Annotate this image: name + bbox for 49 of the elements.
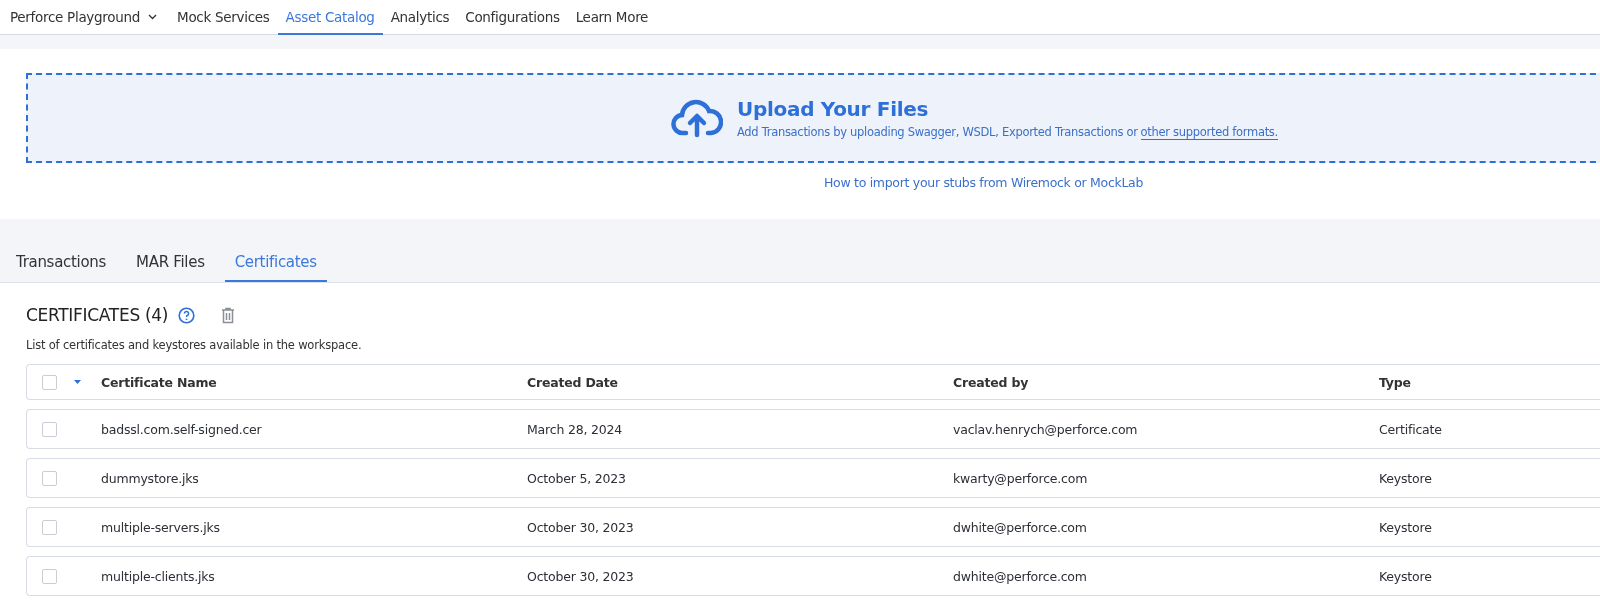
column-header[interactable]: Created Date — [527, 374, 953, 390]
tab[interactable]: Transactions — [6, 244, 117, 282]
table-cell-text: March 28, 2024 — [527, 421, 623, 437]
supported-formats-link[interactable]: other supported formats. — [1140, 125, 1278, 140]
table-row[interactable]: multiple-clients.jks October 30, 2023 dwhite@perforce.com Keystore — [26, 556, 1600, 596]
table-row[interactable]: dummystore.jks October 5, 2023 kwarty@perforce.com Keystore — [26, 458, 1600, 498]
table-cell-text: October 5, 2023 — [527, 470, 627, 486]
import-stubs-link[interactable]: How to import your stubs from Wiremock or MockLab — [824, 175, 1144, 190]
help-icon[interactable] — [178, 306, 196, 324]
table-cell-text: kwarty@perforce.com — [953, 470, 1089, 486]
table-row[interactable]: badssl.com.self-signed.cer March 28, 2024 vaclav.henrych@perforce.com Certificate — [26, 409, 1600, 449]
trash-icon[interactable] — [221, 306, 236, 324]
table-cell-text: multiple-clients.jks — [101, 568, 216, 584]
tab[interactable]: MAR Files — [126, 244, 215, 282]
section-description: List of certificates and keystores available in the workspace. — [26, 338, 363, 352]
section-title: CERTIFICATES (4) — [26, 305, 169, 325]
upload-title: Upload Your Files — [737, 97, 930, 121]
nav-tab[interactable]: Asset Catalog — [277, 0, 383, 35]
table-cell-text: badssl.com.self-signed.cer — [101, 421, 263, 437]
drop-zone[interactable]: Upload Your Files Add Transactions by uploading Swagger, WSDL, Exported Transactions or other supported formats. — [26, 73, 1600, 163]
workspace-dropdown[interactable]: Perforce Playground — [2, 0, 170, 35]
cloud-upload-icon — [671, 98, 723, 138]
sort-caret-icon[interactable] — [74, 380, 81, 384]
table-cell-text: October 30, 2023 — [527, 568, 635, 584]
nav-tab[interactable]: Configurations — [457, 0, 568, 35]
column-header[interactable]: Certificate Name — [101, 374, 527, 390]
table-cell: Keystore — [1379, 470, 1432, 486]
chevron-down-icon — [148, 13, 158, 20]
row-checkbox[interactable] — [42, 568, 57, 584]
row-checkbox[interactable] — [42, 421, 57, 437]
row-checkbox[interactable] — [42, 519, 57, 535]
table-cell-text: multiple-servers.jks — [101, 519, 221, 535]
table-cell-text: October 30, 2023 — [527, 519, 635, 535]
table-row[interactable]: multiple-servers.jks October 30, 2023 dwhite@perforce.com Keystore — [26, 507, 1600, 547]
column-header[interactable]: Created by — [953, 374, 1379, 390]
table-cell-text: dwhite@perforce.com — [953, 519, 1088, 535]
select-all-checkbox[interactable] — [42, 374, 57, 390]
row-checkbox[interactable] — [42, 470, 57, 486]
nav-tab[interactable]: Mock Services — [169, 0, 278, 35]
table-cell: Keystore — [1379, 519, 1432, 535]
table-cell-text: vaclav.henrych@perforce.com — [953, 421, 1139, 437]
nav-tab[interactable]: Analytics — [382, 0, 458, 35]
table-cell: Certificate — [1379, 421, 1442, 437]
table-cell: Keystore — [1379, 568, 1432, 584]
nav-tab[interactable]: Learn More — [567, 0, 657, 35]
table-cell-text: dwhite@perforce.com — [953, 568, 1088, 584]
column-header[interactable]: Type — [1379, 374, 1411, 390]
upload-description: Add Transactions by uploading Swagger, WSDL, Exported Transactions or — [737, 125, 1138, 139]
table-cell-text: dummystore.jks — [101, 470, 200, 486]
